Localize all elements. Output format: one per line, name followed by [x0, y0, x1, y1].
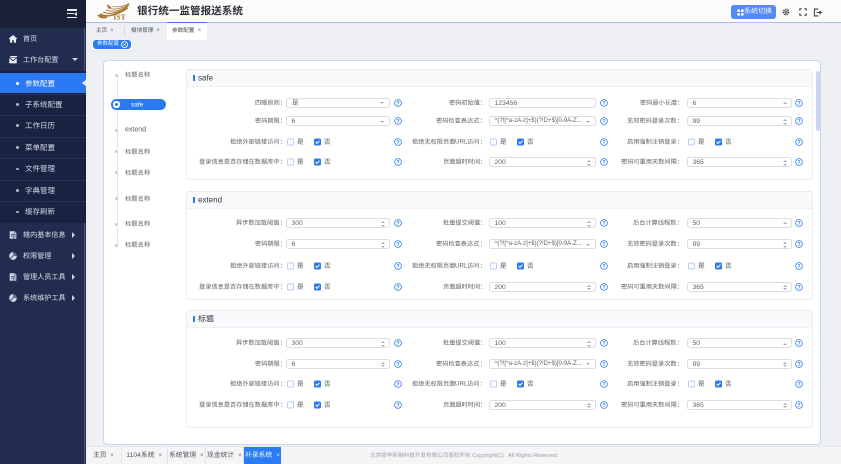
svg-text:?: ?: [396, 362, 399, 368]
svg-text:?: ?: [602, 285, 605, 291]
svg-text:?: ?: [602, 263, 605, 269]
svg-text:?: ?: [797, 101, 800, 107]
svg-text:?: ?: [602, 221, 605, 227]
svg-text:?: ?: [396, 285, 399, 291]
svg-text:?: ?: [396, 263, 399, 269]
svg-text:?: ?: [797, 119, 800, 125]
svg-text:?: ?: [602, 101, 605, 107]
svg-text:?: ?: [602, 242, 605, 248]
svg-text:?: ?: [602, 160, 605, 166]
svg-text:?: ?: [797, 140, 800, 146]
svg-text:?: ?: [396, 119, 399, 125]
svg-text:?: ?: [602, 382, 605, 388]
svg-text:?: ?: [797, 221, 800, 227]
svg-text:?: ?: [797, 341, 800, 347]
svg-text:?: ?: [602, 119, 605, 125]
svg-text:?: ?: [797, 402, 800, 408]
svg-text:?: ?: [396, 160, 399, 166]
svg-text:?: ?: [797, 263, 800, 269]
svg-text:?: ?: [797, 362, 800, 368]
svg-text:IST: IST: [114, 13, 126, 22]
svg-text:?: ?: [396, 402, 399, 408]
svg-text:?: ?: [396, 101, 399, 107]
svg-text:?: ?: [396, 341, 399, 347]
svg-text:?: ?: [396, 221, 399, 227]
svg-text:?: ?: [396, 140, 399, 146]
svg-text:?: ?: [602, 402, 605, 408]
svg-text:?: ?: [797, 242, 800, 248]
svg-text:?: ?: [396, 242, 399, 248]
svg-text:?: ?: [602, 362, 605, 368]
svg-text:?: ?: [602, 140, 605, 146]
svg-text:?: ?: [602, 341, 605, 347]
svg-text:?: ?: [797, 285, 800, 291]
svg-text:?: ?: [797, 160, 800, 166]
svg-text:?: ?: [396, 382, 399, 388]
svg-text:?: ?: [797, 382, 800, 388]
